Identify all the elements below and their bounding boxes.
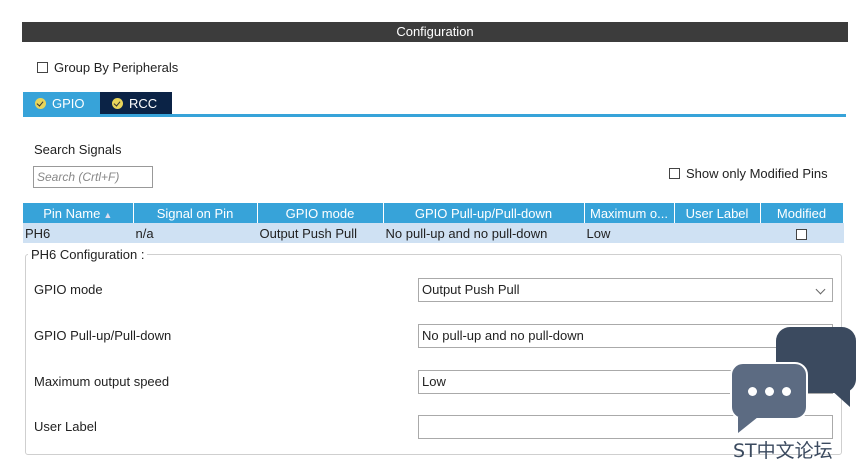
table-row[interactable]: PH6 n/a Output Push Pull No pull-up and … [23,223,844,243]
tab-label: RCC [129,95,158,111]
search-input[interactable] [33,166,153,188]
checkbox-icon[interactable] [669,168,680,179]
gpio-mode-select[interactable]: Output Push Pull [418,278,833,302]
speed-label: Maximum output speed [34,374,170,389]
check-circle-icon [112,97,123,109]
chat-dots-icon [730,362,808,433]
search-signals-label: Search Signals [34,142,122,157]
pull-label: GPIO Pull-up/Pull-down [34,328,172,343]
cell-pin: PH6 [23,223,134,243]
tab-gpio[interactable]: GPIO [23,92,100,114]
group-by-peripherals-checkbox[interactable]: Group By Peripherals [37,60,178,75]
pin-configuration-legend: PH6 Configuration : [31,247,145,262]
column-header-max-speed[interactable]: Maximum o... [584,203,675,223]
show-modified-label: Show only Modified Pins [686,166,828,181]
check-circle-icon [35,97,46,109]
tab-rcc[interactable]: RCC [100,92,172,114]
tab-underline [23,114,846,117]
cell-user-label [674,223,761,243]
show-modified-checkbox[interactable]: Show only Modified Pins [669,166,828,181]
watermark-text: ST中文论坛 [733,440,833,462]
user-label-label: User Label [34,419,97,434]
window-title: Configuration [22,22,848,42]
pull-value: No pull-up and no pull-down [422,328,584,343]
tab-label: GPIO [52,95,85,111]
pin-table: Pin Name ▲ Signal on Pin GPIO mode GPIO P… [23,203,844,243]
sort-icon: ▲ [103,209,113,220]
column-header-pull[interactable]: GPIO Pull-up/Pull-down [383,203,585,223]
speed-value: Low [422,374,446,389]
modified-checkbox[interactable] [796,228,807,240]
column-header-gpio-mode[interactable]: GPIO mode [257,203,384,223]
column-header-modified[interactable]: Modified [760,203,844,223]
table-header-row: Pin Name ▲ Signal on Pin GPIO mode GPIO P… [23,203,844,223]
group-by-label: Group By Peripherals [54,60,179,75]
column-header-signal[interactable]: Signal on Pin [133,203,258,223]
gpio-mode-label: GPIO mode [34,282,103,297]
pull-select[interactable]: No pull-up and no pull-down [418,324,833,348]
cell-mode: Output Push Pull [257,223,384,243]
dot [747,386,757,396]
cell-signal: n/a [133,223,258,243]
column-header-pin-name[interactable]: Pin Name ▲ [23,203,134,223]
column-header-user-label[interactable]: User Label [674,203,761,223]
cell-speed: Low [584,223,675,243]
dot [781,386,791,396]
tab-bar: GPIO RCC [23,92,172,114]
cell-modified [760,223,844,243]
cell-pull: No pull-up and no pull-down [383,223,585,243]
chevron-down-icon [815,284,826,295]
gpio-mode-value: Output Push Pull [422,282,520,297]
checkbox-icon[interactable] [37,62,48,73]
dot [764,386,774,396]
